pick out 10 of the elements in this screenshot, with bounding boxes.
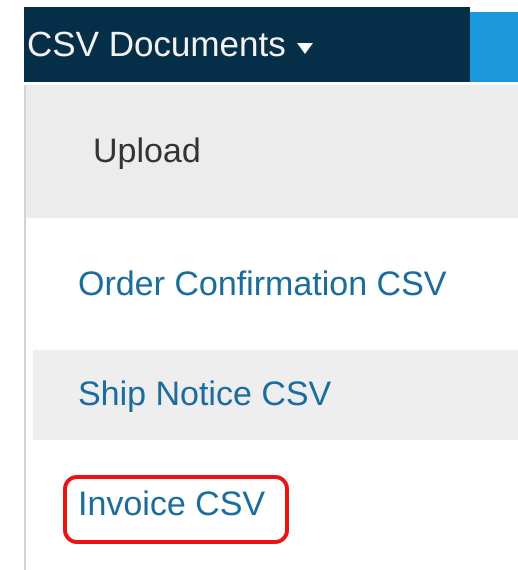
caret-icon (296, 40, 314, 54)
menu-link[interactable]: Invoice CSV (63, 474, 290, 544)
menu-item[interactable]: Ship Notice CSV (33, 350, 518, 440)
nav-tab[interactable] (470, 12, 518, 82)
menu-item[interactable]: Invoice CSV (33, 460, 518, 550)
menu-item[interactable]: Order Confirmation CSV (33, 240, 518, 330)
menu-section-header: Upload (26, 85, 518, 218)
menu-button[interactable]: CSV Documents (24, 7, 470, 82)
menu-link[interactable]: Ship Notice CSV (63, 364, 356, 434)
menu-link[interactable]: Order Confirmation CSV (63, 254, 470, 324)
